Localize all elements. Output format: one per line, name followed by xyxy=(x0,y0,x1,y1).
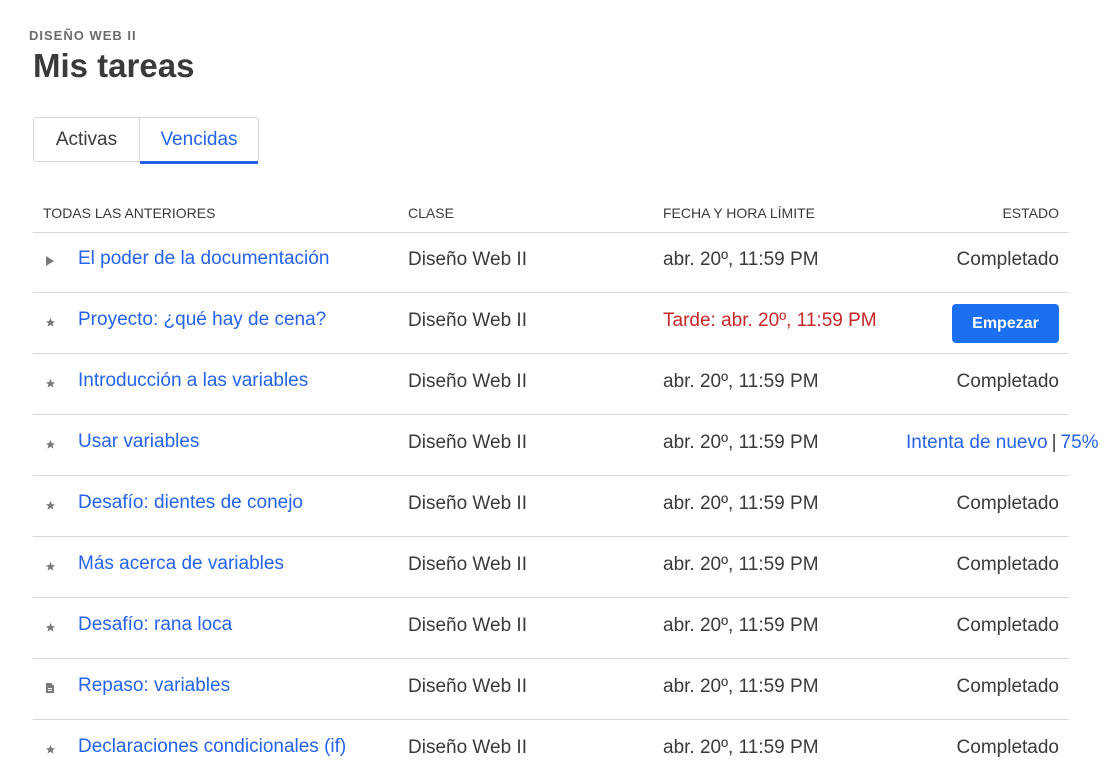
star-icon xyxy=(44,742,56,756)
star-icon xyxy=(44,498,56,512)
status-text: Completado xyxy=(956,371,1059,392)
table-row: El poder de la documentación Diseño Web … xyxy=(33,232,1069,293)
class-name: Diseño Web II xyxy=(408,737,527,758)
due-date: abr. 20º, 11:59 PM xyxy=(663,432,819,453)
star-icon xyxy=(44,315,56,329)
due-date: abr. 20º, 11:59 PM xyxy=(663,371,819,392)
due-date: abr. 20º, 11:59 PM xyxy=(663,676,819,697)
column-header-date: FECHA Y HORA LÍMITE xyxy=(663,205,815,221)
star-icon xyxy=(44,376,56,390)
course-label: DISEÑO WEB II xyxy=(29,28,137,43)
assignment-link[interactable]: Más acerca de variables xyxy=(78,553,284,575)
retry-status: Intenta de nuevo | 75% xyxy=(906,432,1099,454)
assignment-link[interactable]: Repaso: variables xyxy=(78,675,230,697)
start-button[interactable]: Empezar xyxy=(952,304,1059,343)
status-text: Completado xyxy=(956,615,1059,636)
column-header-status: ESTADO xyxy=(1002,205,1059,221)
class-name: Diseño Web II xyxy=(408,615,527,636)
class-name: Diseño Web II xyxy=(408,432,527,453)
star-icon xyxy=(44,620,56,634)
play-icon xyxy=(44,254,56,268)
class-name: Diseño Web II xyxy=(408,371,527,392)
assignment-link[interactable]: Usar variables xyxy=(78,431,199,453)
class-name: Diseño Web II xyxy=(408,554,527,575)
table-row: Más acerca de variables Diseño Web II ab… xyxy=(33,537,1069,598)
separator: | xyxy=(1051,432,1057,453)
assignment-list: El poder de la documentación Diseño Web … xyxy=(33,232,1099,777)
table-row: Declaraciones condicionales (if) Diseño … xyxy=(33,720,1069,777)
status-text: Completado xyxy=(956,249,1059,270)
table-header: TODAS LAS ANTERIORES CLASE FECHA Y HORA … xyxy=(33,196,1069,233)
table-row: Introducción a las variables Diseño Web … xyxy=(33,354,1069,415)
due-date: abr. 20º, 11:59 PM xyxy=(663,249,819,270)
due-date: abr. 20º, 11:59 PM xyxy=(663,554,819,575)
status-text: Completado xyxy=(956,493,1059,514)
star-icon xyxy=(44,559,56,573)
status-text: Completado xyxy=(956,554,1059,575)
class-name: Diseño Web II xyxy=(408,310,527,331)
assignment-link[interactable]: Desafío: rana loca xyxy=(78,614,232,636)
tab-activas[interactable]: Activas xyxy=(34,118,140,161)
status-text: Completado xyxy=(956,737,1059,758)
due-date-late: Tarde: abr. 20º, 11:59 PM xyxy=(663,310,877,331)
score-link[interactable]: 75% xyxy=(1061,432,1099,453)
column-header-all: TODAS LAS ANTERIORES xyxy=(43,205,216,221)
table-row: Repaso: variables Diseño Web II abr. 20º… xyxy=(33,659,1069,720)
tab-bar: Activas Vencidas xyxy=(33,117,259,164)
page-title: Mis tareas xyxy=(33,47,195,84)
assignment-link[interactable]: Declaraciones condicionales (if) xyxy=(78,736,346,758)
star-icon xyxy=(44,437,56,451)
table-row: Desafío: rana loca Diseño Web II abr. 20… xyxy=(33,598,1069,659)
table-row: Desafío: dientes de conejo Diseño Web II… xyxy=(33,476,1069,537)
due-date: abr. 20º, 11:59 PM xyxy=(663,615,819,636)
table-row: Usar variables Diseño Web II abr. 20º, 1… xyxy=(33,415,1099,476)
assignments-page: DISEÑO WEB II Mis tareas Activas Vencida… xyxy=(0,0,1114,777)
document-icon xyxy=(44,681,56,695)
class-name: Diseño Web II xyxy=(408,676,527,697)
due-date: abr. 20º, 11:59 PM xyxy=(663,737,819,758)
due-date: abr. 20º, 11:59 PM xyxy=(663,493,819,514)
column-header-class: CLASE xyxy=(408,205,454,221)
retry-link[interactable]: Intenta de nuevo xyxy=(906,432,1048,453)
class-name: Diseño Web II xyxy=(408,249,527,270)
table-row: Proyecto: ¿qué hay de cena? Diseño Web I… xyxy=(33,293,1069,354)
status-text: Completado xyxy=(956,676,1059,697)
assignment-link[interactable]: Proyecto: ¿qué hay de cena? xyxy=(78,309,326,331)
assignment-link[interactable]: Desafío: dientes de conejo xyxy=(78,492,303,514)
assignment-link[interactable]: El poder de la documentación xyxy=(78,248,329,270)
assignment-link[interactable]: Introducción a las variables xyxy=(78,370,308,392)
class-name: Diseño Web II xyxy=(408,493,527,514)
tab-vencidas[interactable]: Vencidas xyxy=(140,118,258,164)
